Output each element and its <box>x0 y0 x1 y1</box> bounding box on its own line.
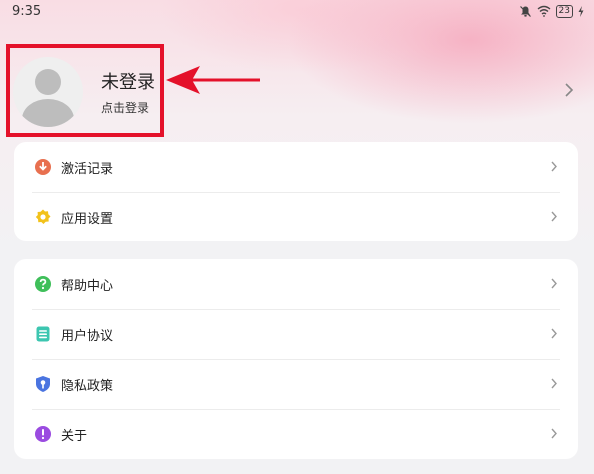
menu-item-about[interactable]: 关于 <box>14 409 578 459</box>
status-time: 9:35 <box>12 3 42 19</box>
chevron-right-icon <box>551 211 557 222</box>
status-icons: 23 <box>519 4 584 18</box>
mute-bell-icon <box>519 5 531 17</box>
menu-item-help-center[interactable]: 帮助中心 <box>14 259 578 309</box>
download-circle-icon <box>35 159 51 175</box>
battery-icon: 23 <box>555 4 573 18</box>
menu-item-label: 隐私政策 <box>61 378 114 394</box>
menu-item-activation-records[interactable]: 激活记录 <box>14 142 578 192</box>
chevron-right-icon <box>551 378 557 389</box>
menu-item-label: 应用设置 <box>61 211 114 227</box>
info-circle-icon <box>35 426 51 442</box>
menu-item-label: 关于 <box>61 428 88 444</box>
menu-item-app-settings[interactable]: 应用设置 <box>14 192 578 242</box>
wifi-icon <box>537 5 550 17</box>
chevron-right-icon <box>551 328 557 339</box>
chevron-right-icon <box>551 278 557 289</box>
profile-highlight-box <box>6 44 164 137</box>
annotation-arrow-icon <box>166 66 260 94</box>
settings-gear-icon <box>35 209 51 224</box>
chevron-right-icon <box>551 428 557 439</box>
menu-item-label: 帮助中心 <box>61 278 114 294</box>
menu-item-privacy-policy[interactable]: 隐私政策 <box>14 359 578 409</box>
privacy-shield-icon <box>36 376 50 392</box>
menu-card-2: 帮助中心 用户协议 隐私政策 关于 <box>14 259 578 459</box>
menu-item-user-agreement[interactable]: 用户协议 <box>14 309 578 359</box>
chevron-right-icon <box>551 161 557 172</box>
menu-item-label: 用户协议 <box>61 328 114 344</box>
menu-card-1: 激活记录 应用设置 <box>14 142 578 241</box>
help-circle-icon <box>35 276 51 292</box>
profile-chevron-right-icon[interactable] <box>563 82 575 98</box>
status-bar: 9:35 23 <box>0 0 594 22</box>
menu-item-label: 激活记录 <box>61 161 114 177</box>
charging-icon <box>578 5 584 17</box>
document-icon <box>36 326 50 342</box>
